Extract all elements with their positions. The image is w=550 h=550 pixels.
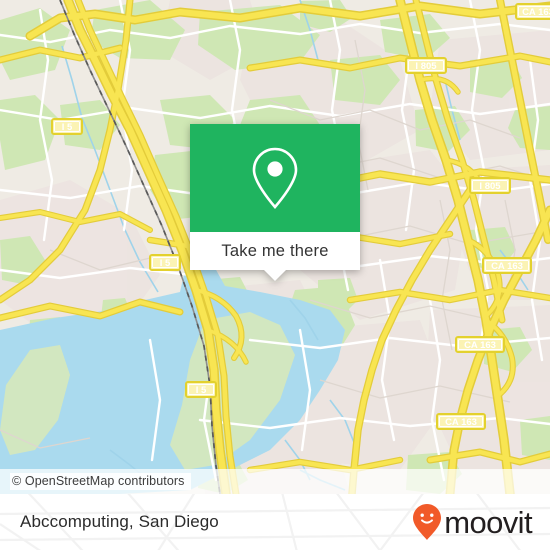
popup-header (190, 124, 360, 232)
route-shield: I 5 (149, 254, 181, 271)
route-shield: I 805 (469, 177, 511, 194)
route-shield: CA 163 (455, 336, 505, 353)
location-pin-icon (252, 147, 298, 209)
route-shield: I 5 (51, 118, 83, 135)
footer-bar: Abccomputing, San Diego moovit (0, 494, 550, 550)
route-shield-label: CA 163 (464, 340, 496, 351)
route-shield-label: I 5 (160, 258, 171, 269)
route-shield-label: CA 163 (491, 261, 523, 272)
moovit-wordmark: moovit (444, 504, 532, 540)
route-shield-label: I 805 (479, 181, 501, 192)
moovit-logo[interactable]: moovit (412, 503, 533, 541)
map-screen: CA 163 I 805 I 5 I 805 I 5 CA 163 CA 163 I 5 CA … (0, 0, 550, 550)
route-shield: I 805 (405, 57, 447, 74)
route-shield-label: I 805 (415, 61, 437, 72)
route-shield: I 5 (185, 381, 217, 398)
popup-action[interactable]: Take me there (190, 232, 360, 281)
place-name: Abccomputing, San Diego (20, 512, 219, 531)
route-shield-label: I 5 (196, 385, 207, 396)
route-shield-label: I 5 (62, 122, 73, 133)
route-shield-label: CA 163 (445, 417, 477, 428)
popup-pointer (264, 270, 286, 281)
take-me-there-label: Take me there (221, 241, 329, 260)
moovit-smiley-pin-icon (413, 504, 442, 540)
route-shield-label: CA 163 (522, 7, 550, 18)
route-shield: CA 163 (482, 257, 532, 274)
route-shield: CA 163 (436, 413, 486, 430)
route-shield: CA 163 (515, 3, 550, 20)
destination-popup[interactable]: Take me there (190, 124, 360, 281)
